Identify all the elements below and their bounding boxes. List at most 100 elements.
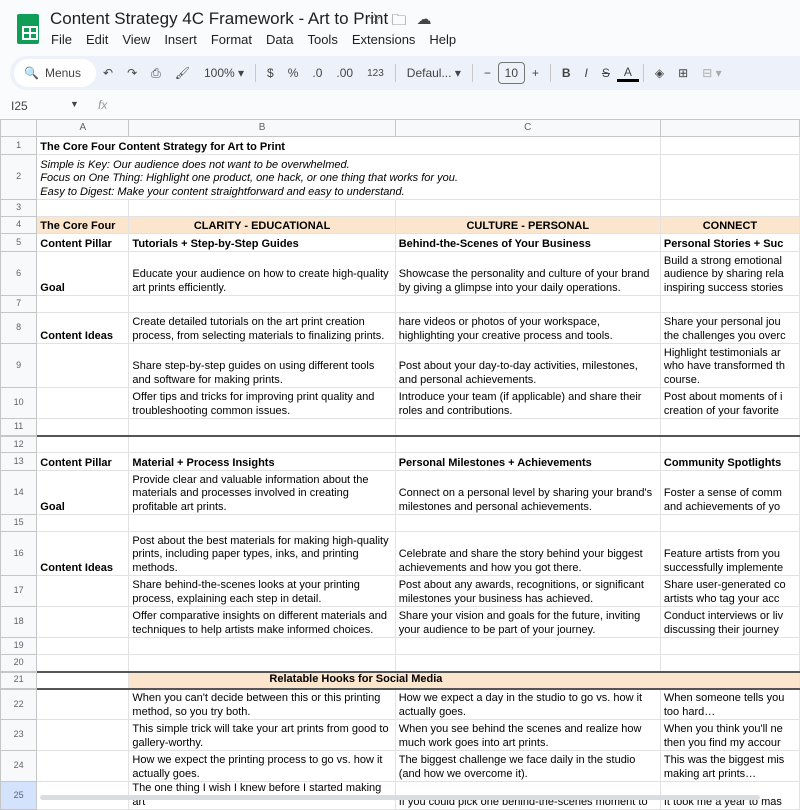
spreadsheet-grid[interactable]: A B C 1 The Core Four Content Strategy for A… [0,119,800,810]
cell[interactable] [36,688,130,720]
cell[interactable]: Highlight testimonials ar who have trans… [659,343,800,388]
percent-button[interactable]: % [281,66,306,80]
row-header[interactable]: 20 [0,654,38,672]
column-header-B[interactable]: B [128,119,396,137]
cell[interactable] [659,418,800,436]
cell[interactable]: The Core Four [36,216,130,234]
row-header[interactable]: 3 [0,199,38,217]
decrease-decimal-button[interactable]: .0 [305,66,329,80]
cell[interactable] [36,670,130,690]
row-header[interactable]: 6 [0,251,38,296]
row-header[interactable]: 17 [0,575,38,607]
more-formats-button[interactable]: 123 [360,68,391,79]
cell[interactable] [659,199,800,217]
cell[interactable]: This simple trick will take your art pri… [128,719,396,751]
cell[interactable]: Content Pillar [36,452,130,471]
cell[interactable] [36,295,130,313]
menu-insert[interactable]: Insert [164,32,197,47]
cell[interactable]: Material + Process Insights [128,452,396,471]
row-header[interactable]: 12 [0,434,38,453]
row-header[interactable]: 15 [0,514,38,532]
text-color-button[interactable]: A [616,65,639,82]
cell[interactable]: Build a strong emotional audience by sha… [659,251,800,296]
cell[interactable] [36,514,130,532]
cell[interactable] [36,343,130,388]
cell[interactable]: This was the biggest mis making art prin… [659,750,800,782]
fill-color-icon[interactable]: ◈ [648,66,671,80]
cell[interactable] [659,295,800,313]
row-header[interactable]: 18 [0,606,38,638]
row-header[interactable]: 5 [0,233,38,252]
cell[interactable]: CONNECT [659,216,800,234]
row-header[interactable]: 1 [0,136,38,155]
merge-cells-icon[interactable]: ⊟ ▾ [695,66,728,80]
cell[interactable]: Celebrate and share the story behind you… [394,531,661,576]
menu-edit[interactable]: Edit [86,32,108,47]
currency-button[interactable]: $ [260,66,281,80]
cell[interactable] [128,295,396,313]
row-header[interactable]: 11 [0,418,38,436]
italic-button[interactable]: I [578,66,595,80]
redo-icon[interactable]: ↷ [120,66,144,80]
cell[interactable] [36,750,130,782]
cell[interactable] [128,654,396,672]
row-header[interactable]: 10 [0,387,38,419]
bold-button[interactable]: B [555,66,578,80]
cell[interactable]: Share step-by-step guides on using diffe… [128,343,396,388]
document-title[interactable]: Content Strategy 4C Framework - Art to P… [50,9,388,29]
strikethrough-button[interactable]: S [595,66,617,80]
borders-icon[interactable]: ⊞ [671,66,695,80]
cell[interactable] [659,154,800,200]
cell[interactable]: Offer tips and tricks for improving prin… [128,387,396,419]
cell[interactable]: Post about any awards, recognitions, or … [394,575,661,607]
decrease-font-size-icon[interactable]: − [477,66,498,80]
cell[interactable] [394,654,661,672]
cell[interactable]: When you can't decide between this or th… [128,688,396,720]
cell[interactable] [394,295,661,313]
cell[interactable]: Provide clear and valuable information a… [128,470,396,515]
undo-icon[interactable]: ↶ [96,66,120,80]
increase-font-size-icon[interactable]: + [525,66,546,80]
cell[interactable]: Create detailed tutorials on the art pri… [128,312,396,344]
cell[interactable] [36,387,130,419]
cell[interactable] [659,434,800,453]
cell[interactable]: Personal Milestones + Achievements [394,452,661,471]
row-header[interactable]: 13 [0,452,38,471]
font-size-input[interactable]: 10 [497,62,525,84]
cell[interactable]: Conduct interviews or liv discussing the… [659,606,800,638]
cell[interactable] [128,199,396,217]
menu-extensions[interactable]: Extensions [352,32,416,47]
cell[interactable]: Post about moments of i creation of your… [659,387,800,419]
print-icon[interactable]: ⎙ [144,66,168,81]
row-header[interactable]: 9 [0,343,38,388]
cell[interactable]: Share user-generated co artists who tag … [659,575,800,607]
cell[interactable] [36,418,130,436]
cell[interactable]: When someone tells you too hard… [659,688,800,720]
zoom-select[interactable]: 100% ▾ [197,66,251,80]
cell[interactable]: CLARITY - EDUCATIONAL [128,216,396,234]
cell[interactable]: Share your vision and goals for the futu… [394,606,661,638]
paint-format-icon[interactable]: 🖌 [168,66,197,80]
cell[interactable] [36,434,130,453]
cell[interactable]: Community Spotlights [659,452,800,471]
cell[interactable] [128,434,396,453]
name-box[interactable]: I25 [11,99,28,113]
menu-view[interactable]: View [122,32,150,47]
column-header-A[interactable]: A [36,119,130,137]
row-header[interactable]: 8 [0,312,38,344]
cell[interactable]: Feature artists from you successfully im… [659,531,800,576]
cell[interactable] [128,514,396,532]
cell[interactable] [659,514,800,532]
name-box-dropdown-icon[interactable]: ▼ [70,99,79,109]
row-header[interactable]: 16 [0,531,38,576]
font-select[interactable]: Defaul... ▾ [400,66,468,80]
search-menus[interactable]: 🔍 Menus [14,59,96,87]
menu-data[interactable]: Data [266,32,293,47]
cell[interactable]: Tutorials + Step-by-Step Guides [128,233,396,252]
cell[interactable] [394,418,661,436]
cell[interactable]: Foster a sense of comm and achievements … [659,470,800,515]
cell[interactable]: Content Pillar [36,233,130,252]
row-header[interactable]: 7 [0,295,38,313]
cell[interactable] [36,637,130,655]
cell[interactable] [659,136,800,155]
